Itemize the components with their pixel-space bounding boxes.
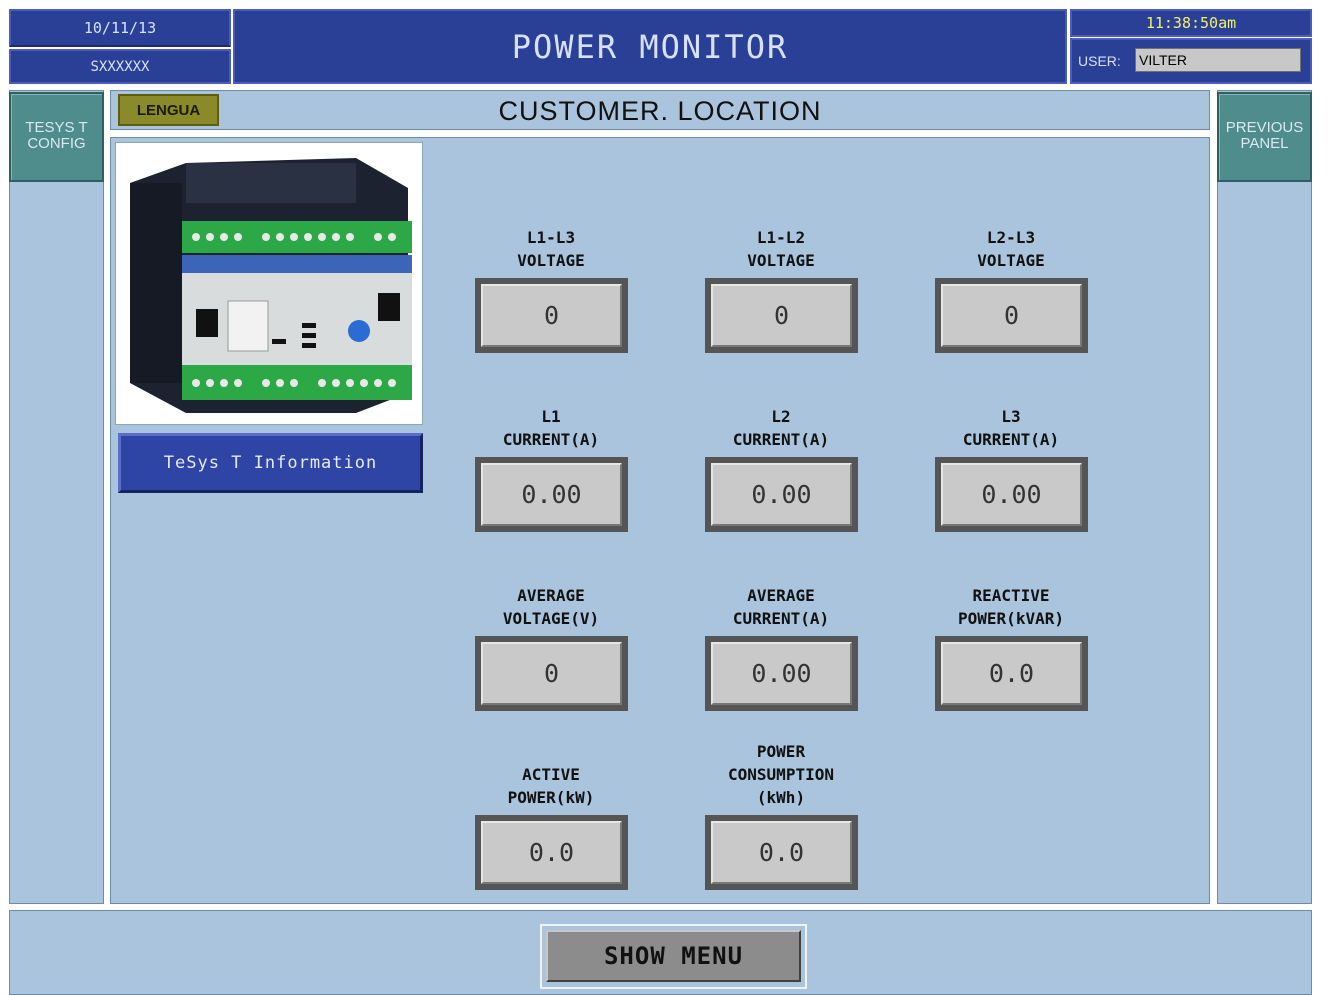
right-column	[1217, 90, 1312, 904]
reading-value: 0.0	[941, 642, 1082, 705]
reading-value: 0.00	[711, 463, 852, 526]
reading-value: 0	[711, 284, 852, 347]
user-field[interactable]: VILTER	[1135, 48, 1301, 72]
reading-value: 0	[481, 284, 622, 347]
reading-value: 0.00	[941, 463, 1082, 526]
reading-value: 0	[941, 284, 1082, 347]
reading-value-box: 0.0	[935, 636, 1088, 711]
reading-value-box: 0.00	[935, 457, 1088, 532]
time-display: 11:38:50am	[1070, 9, 1312, 37]
user-label: USER:	[1078, 53, 1121, 69]
reading-value: 0.0	[481, 821, 622, 884]
reading-label: AVERAGE VOLTAGE(V)	[502, 586, 600, 628]
customer-location: CUSTOMER. LOCATION	[498, 96, 822, 126]
reading-label: L1 CURRENT(A)	[502, 407, 600, 449]
reading-label: ACTIVE POWER(kW)	[507, 765, 595, 807]
date-display: 10/11/13	[9, 9, 231, 47]
left-column	[9, 90, 104, 904]
reading-label: L1-L2 VOLTAGE	[747, 228, 815, 270]
reading-value-box: 0	[475, 278, 628, 353]
reading-value: 0.00	[481, 463, 622, 526]
reading-label: AVERAGE CURRENT(A)	[732, 586, 830, 628]
reading-value-box: 0	[475, 636, 628, 711]
reading-label: REACTIVE POWER(kVAR)	[958, 586, 1064, 628]
lengua-button[interactable]: LENGUA	[118, 94, 219, 126]
reading-label: L3 CURRENT(A)	[962, 407, 1060, 449]
tesys-device-image	[115, 142, 423, 425]
user-panel: USER: VILTER	[1070, 38, 1312, 84]
serial-display: SXXXXXX	[9, 49, 231, 84]
reading-label: L2-L3 VOLTAGE	[977, 228, 1045, 270]
previous-panel-button[interactable]: PREVIOUS PANEL	[1217, 92, 1312, 182]
tesys-config-button[interactable]: TESYS T CONFIG	[9, 92, 104, 182]
reading-value-box: 0.0	[475, 815, 628, 890]
show-menu-button[interactable]: SHOW MENU	[546, 930, 801, 982]
reading-value: 0.0	[711, 821, 852, 884]
reading-value-box: 0.00	[705, 636, 858, 711]
page-title: POWER MONITOR	[233, 9, 1067, 84]
tesys-info-button[interactable]: TeSys T Information	[118, 433, 423, 493]
reading-value-box: 0	[705, 278, 858, 353]
reading-value: 0.00	[711, 642, 852, 705]
reading-value-box: 0.00	[475, 457, 628, 532]
reading-value-box: 0.00	[705, 457, 858, 532]
reading-value-box: 0.0	[705, 815, 858, 890]
reading-label: POWER CONSUMPTION (kWh)	[728, 742, 834, 807]
reading-label: L2 CURRENT(A)	[732, 407, 830, 449]
reading-value-box: 0	[935, 278, 1088, 353]
reading-label: L1-L3 VOLTAGE	[517, 228, 585, 270]
reading-value: 0	[481, 642, 622, 705]
